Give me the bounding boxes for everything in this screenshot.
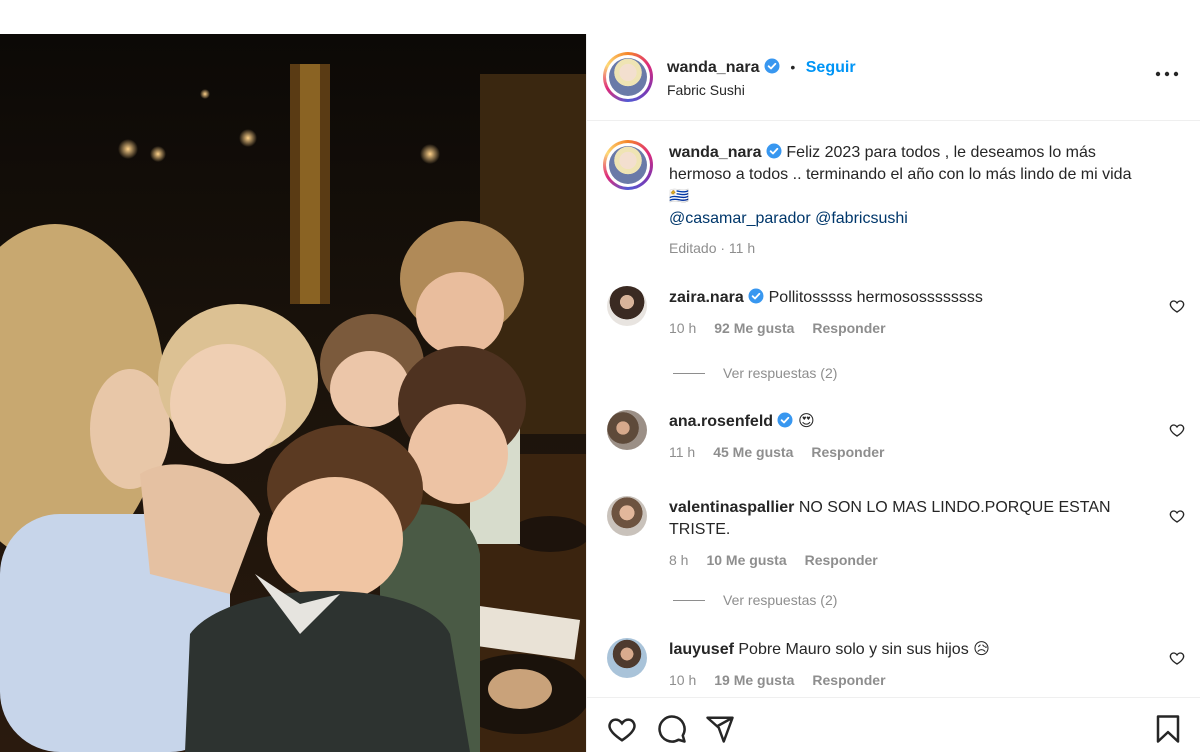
like-comment-heart-icon[interactable] [1169,508,1185,524]
comment-item: valentinaspallier NO SON LO MAS LINDO.PO… [587,492,1200,582]
author-avatar[interactable] [603,52,653,102]
reply-button[interactable]: Responder [812,320,885,336]
replies-line [673,372,705,374]
author-username[interactable]: wanda_nara [667,59,759,76]
commenter-username[interactable]: ana.rosenfeld [669,413,773,430]
verified-badge-icon [748,288,764,304]
comment-text: Pollitosssss hermosossssssss [768,289,983,306]
comment-time[interactable]: 8 h [669,552,688,568]
post-location[interactable]: Fabric Sushi [667,82,745,98]
comment-item: ana.rosenfeld 😍 11 h 45 Me gusta Respond… [587,406,1200,496]
caption-edited-time: Editado · 11 h [669,240,756,256]
comment-body: valentinaspallier NO SON LO MAS LINDO.PO… [669,497,1139,541]
caption-username[interactable]: wanda_nara [669,144,761,161]
top-bar [0,0,1200,34]
comment-likes[interactable]: 10 Me gusta [706,552,786,568]
reply-button[interactable]: Responder [812,672,885,688]
post-header: wanda_nara • Seguir Fabric Sushi [587,34,1200,121]
verified-badge-icon [777,412,793,428]
view-replies-label: Ver respuestas (2) [723,365,838,381]
follow-button[interactable]: Seguir [806,59,856,76]
comment-text: 😍 [797,413,815,430]
comment-meta: 10 h 92 Me gusta Responder [669,320,886,336]
view-replies-button[interactable]: Ver respuestas (2) [673,365,837,381]
mention-casamar[interactable]: @casamar_parador [669,210,811,227]
mention-fabricsushi[interactable]: @fabricsushi [815,210,908,227]
commenter-avatar[interactable] [607,410,647,450]
comment-body: lauyusef Pobre Mauro solo y sin sus hijo… [669,639,1139,661]
replies-line [673,599,705,601]
commenter-username[interactable]: zaira.nara [669,289,744,306]
commenter-avatar[interactable] [607,496,647,536]
separator-dot: • [790,59,796,75]
comment-meta: 8 h 10 Me gusta Responder [669,552,878,568]
like-comment-heart-icon[interactable] [1169,422,1185,438]
post-action-bar [587,697,1200,752]
comment-text: Pobre Mauro solo y sin sus hijos 😥 [738,641,990,658]
comment-item: zaira.nara Pollitosssss hermosossssssss … [587,282,1200,372]
verified-badge-icon [764,58,780,74]
commenter-username[interactable]: lauyusef [669,641,734,658]
post-detail-panel: wanda_nara • Seguir Fabric Sushi wanda_n… [586,34,1200,752]
comment-icon[interactable] [657,714,687,744]
comment-time[interactable]: 10 h [669,672,696,688]
reply-button[interactable]: Responder [805,552,878,568]
caption-avatar[interactable] [603,140,653,190]
heart-icon[interactable] [607,714,637,744]
comment-meta: 11 h 45 Me gusta Responder [669,444,884,460]
view-replies-label: Ver respuestas (2) [723,592,838,608]
comment-body: ana.rosenfeld 😍 [669,411,1139,433]
commenter-username[interactable]: valentinaspallier [669,499,794,516]
like-comment-heart-icon[interactable] [1169,650,1185,666]
comment-body: zaira.nara Pollitosssss hermosossssssss [669,287,1139,309]
commenter-avatar[interactable] [607,638,647,678]
comment-meta: 10 h 19 Me gusta Responder [669,672,886,688]
bookmark-icon[interactable] [1153,714,1183,744]
family-selfie-image [0,34,586,752]
more-options-icon[interactable] [1153,64,1181,84]
comment-likes[interactable]: 92 Me gusta [714,320,794,336]
share-icon[interactable] [705,714,735,744]
comment-time[interactable]: 10 h [669,320,696,336]
like-comment-heart-icon[interactable] [1169,298,1185,314]
verified-badge-icon [766,143,782,159]
comment-time[interactable]: 11 h [669,444,695,460]
comment-likes[interactable]: 19 Me gusta [714,672,794,688]
author-line: wanda_nara • Seguir [667,58,856,77]
comment-item: lauyusef Pobre Mauro solo y sin sus hijo… [587,634,1200,696]
reply-button[interactable]: Responder [811,444,884,460]
caption-text-block: wanda_nara Feliz 2023 para todos , le de… [669,142,1149,230]
view-replies-button[interactable]: Ver respuestas (2) [673,592,837,608]
comment-likes[interactable]: 45 Me gusta [713,444,793,460]
commenter-avatar[interactable] [607,286,647,326]
post-photo[interactable] [0,34,586,752]
